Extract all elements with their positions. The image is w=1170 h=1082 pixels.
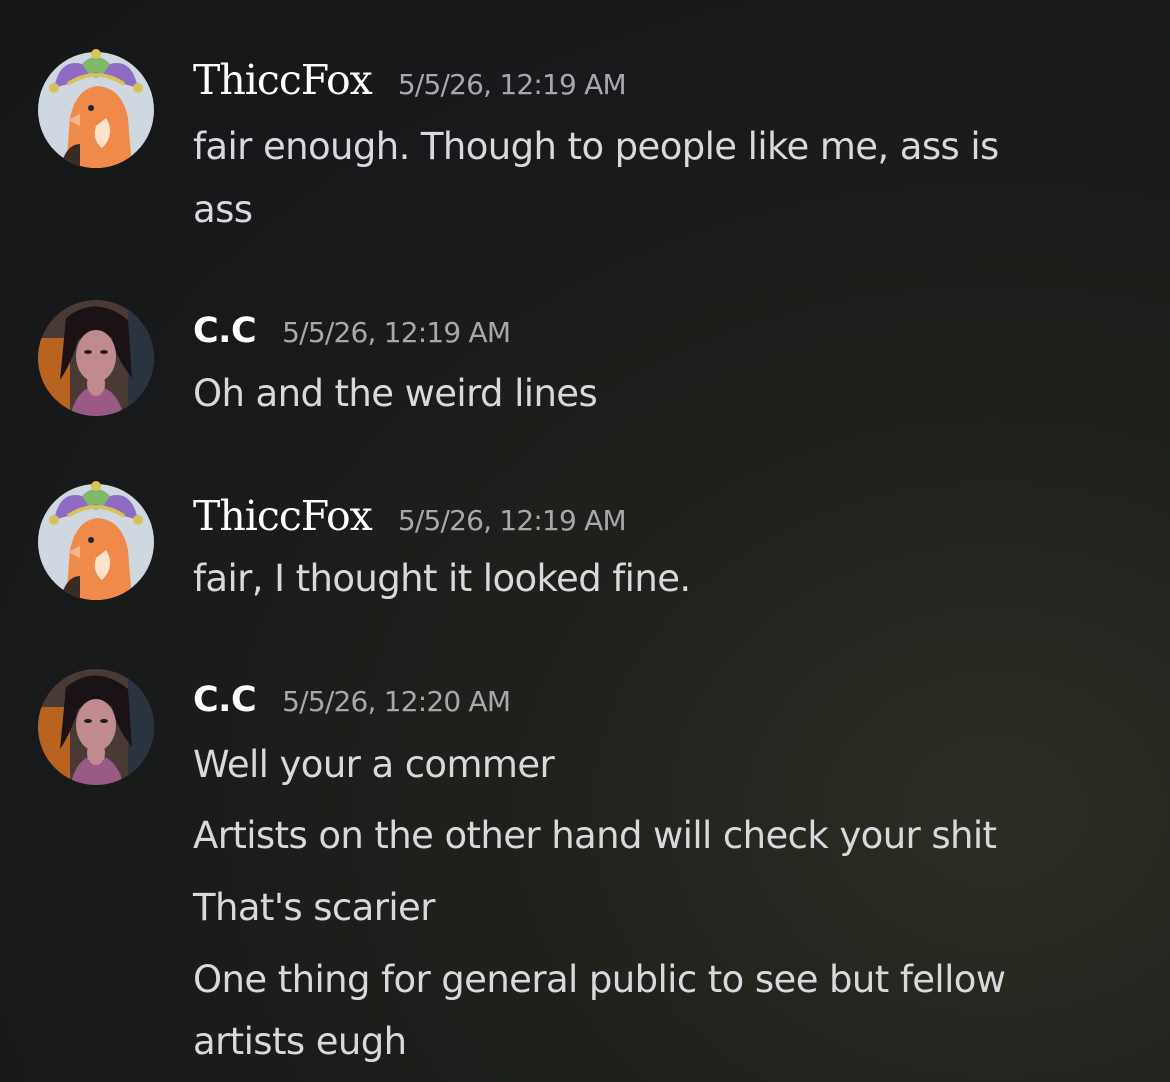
timestamp: 5/5/26, 12:19 AM — [282, 316, 511, 349]
message-text: Artists on the other hand will check you… — [193, 814, 997, 857]
username[interactable]: C.C — [193, 680, 257, 720]
message-text: One thing for general public to see but … — [193, 958, 1006, 1001]
timestamp: 5/5/26, 12:19 AM — [397, 68, 627, 101]
message-header: ThiccFox 5/5/26, 12:19 AM — [193, 492, 627, 540]
dark-haired-woman-avatar[interactable] — [36, 667, 156, 787]
message-text: Well your a commer — [193, 743, 555, 786]
message-text: ass — [193, 188, 253, 231]
message-text: fair enough. Though to people like me, a… — [193, 125, 999, 168]
message-text: artists eugh — [193, 1020, 407, 1063]
message-text: That's scarier — [193, 886, 435, 929]
message-header: C.C 5/5/26, 12:19 AM — [193, 311, 511, 351]
chat-message-list: ThiccFox 5/5/26, 12:19 AM fair enough. T… — [0, 0, 1170, 1082]
message-text: fair, I thought it looked fine. — [193, 557, 691, 600]
username[interactable]: ThiccFox — [193, 492, 373, 540]
message-header: C.C 5/5/26, 12:20 AM — [193, 680, 511, 720]
username[interactable]: ThiccFox — [193, 56, 373, 104]
jester-fox-avatar[interactable] — [36, 48, 156, 168]
jester-fox-avatar[interactable] — [36, 480, 156, 600]
timestamp: 5/5/26, 12:19 AM — [397, 504, 627, 537]
dark-haired-woman-avatar[interactable] — [36, 298, 156, 418]
username[interactable]: C.C — [193, 311, 257, 351]
message-text: Oh and the weird lines — [193, 372, 598, 415]
message-header: ThiccFox 5/5/26, 12:19 AM — [193, 56, 627, 104]
timestamp: 5/5/26, 12:20 AM — [282, 685, 511, 718]
